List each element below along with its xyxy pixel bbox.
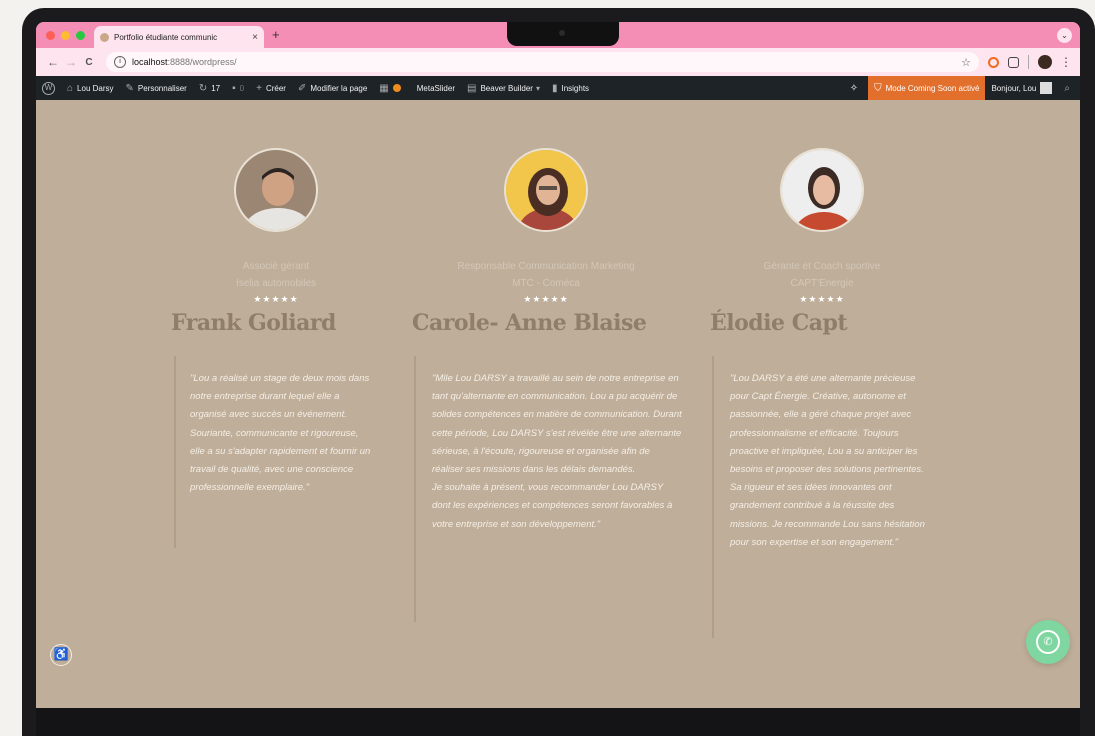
- whatsapp-icon: ✆: [1036, 630, 1060, 654]
- maximize-window-button[interactable]: [76, 31, 85, 40]
- browser-menu-icon[interactable]: ⋮: [1060, 55, 1072, 69]
- minimize-window-button[interactable]: [61, 31, 70, 40]
- browser-tab[interactable]: Portfolio étudiante communic ×: [94, 26, 264, 48]
- tab-search-icon[interactable]: ⌄: [1057, 28, 1072, 43]
- sparkle-icon: ✧: [849, 82, 859, 94]
- rating-stars: ★★★★★: [253, 294, 299, 304]
- bookmark-star-icon[interactable]: ☆: [961, 56, 971, 69]
- camera-notch: [507, 22, 619, 46]
- rating-stars: ★★★★★: [799, 294, 845, 304]
- wp-updates[interactable]: ↻ 17: [193, 76, 226, 100]
- ai-assistant[interactable]: ✧: [844, 76, 868, 100]
- name-carole: Carole- Anne Blaise: [412, 310, 647, 336]
- wp-site-name[interactable]: ⌂ Lou Darsy: [61, 76, 120, 100]
- brush-icon: ✎: [125, 82, 134, 94]
- wordpress-icon: W: [42, 81, 55, 95]
- bar-chart-icon: ▮: [551, 82, 558, 94]
- name-elodie: Élodie Capt: [710, 310, 848, 336]
- avatar-carole: [504, 148, 588, 232]
- rating-stars: ★★★★★: [523, 294, 569, 304]
- laptop-bezel-bottom: [36, 708, 1080, 736]
- wp-logo-menu[interactable]: W: [36, 76, 61, 100]
- quote-carole: "Mlle Lou DARSY a travaillé au sein de n…: [432, 373, 682, 530]
- address-bar[interactable]: i localhost:8888/wordpress/ ☆: [106, 52, 979, 72]
- accessibility-icon[interactable]: ♿: [50, 644, 72, 666]
- wp-edit-page[interactable]: ✐ Modifier la page: [292, 76, 373, 100]
- seo-icon: ▦: [379, 82, 389, 94]
- search-icon: ⌕: [1064, 82, 1070, 94]
- extension-icon[interactable]: [988, 56, 999, 68]
- wp-customize[interactable]: ✎ Personnaliser: [120, 76, 193, 100]
- role-frank: Associé gérant Iselia automobiles: [235, 261, 317, 289]
- role-carole: Responsable Communication Marketing MTC …: [457, 261, 635, 289]
- whatsapp-button[interactable]: ✆: [1026, 620, 1070, 664]
- close-window-button[interactable]: [46, 31, 55, 40]
- shield-icon: ⛉: [874, 82, 882, 94]
- quote-elodie: "Lou DARSY a été une alternante précieus…: [730, 373, 925, 548]
- wp-seo-menu[interactable]: ▦: [373, 76, 410, 100]
- comment-icon: ▪: [232, 82, 236, 94]
- pencil-icon: ✐: [297, 82, 307, 94]
- url-path: :8888/wordpress/: [167, 57, 237, 67]
- site-info-icon[interactable]: i: [114, 56, 126, 68]
- wp-comments[interactable]: ▪ 0: [226, 76, 250, 100]
- coming-soon-badge[interactable]: ⛉ Mode Coming Soon activé: [868, 76, 986, 100]
- wp-search[interactable]: ⌕: [1058, 76, 1080, 100]
- quote-frank: "Lou a réalisé un stage de deux mois dan…: [190, 373, 371, 494]
- wp-beaver-builder[interactable]: ▤ Beaver Builder ▾: [461, 76, 546, 100]
- name-frank: Frank Goliard: [171, 310, 336, 336]
- avatar: [1040, 82, 1053, 94]
- forward-button[interactable]: →: [62, 55, 80, 69]
- status-dot: [392, 84, 401, 92]
- laptop-frame: Portfolio étudiante communic × + ⌄ ← → C…: [22, 8, 1095, 736]
- testimonials-section: Associé gérant Iselia automobiles ★★★★★ …: [36, 100, 1080, 684]
- wp-admin-bar: W ⌂ Lou Darsy ✎ Personnaliser ↻ 17 ▪ 0 + Crée…: [36, 76, 1080, 100]
- tab-title: Portfolio étudiante communic: [114, 32, 218, 42]
- close-tab-icon[interactable]: ×: [252, 32, 258, 43]
- new-tab-button[interactable]: +: [272, 27, 280, 42]
- screen: Portfolio étudiante communic × + ⌄ ← → C…: [36, 22, 1080, 708]
- back-button[interactable]: ←: [44, 55, 62, 69]
- refresh-icon: ↻: [198, 82, 208, 94]
- url-host: localhost: [132, 57, 168, 67]
- wp-metaslider[interactable]: MetaSlider: [411, 76, 461, 100]
- wp-new-content[interactable]: + Créer: [250, 76, 292, 100]
- wp-account-menu[interactable]: Bonjour, Lou: [985, 76, 1058, 100]
- home-icon: ⌂: [67, 82, 74, 94]
- wp-insights[interactable]: ▮ Insights: [546, 76, 595, 100]
- browser-toolbar: ← → C i localhost:8888/wordpress/ ☆ ⋮: [36, 48, 1080, 76]
- favicon-icon: [100, 32, 109, 42]
- grid-icon: ▤: [467, 82, 477, 94]
- role-elodie: Gérante et Coach sportive CAPT'Energie: [763, 261, 881, 289]
- profile-avatar[interactable]: [1038, 55, 1052, 69]
- reload-button[interactable]: C: [80, 57, 98, 68]
- plus-icon: +: [256, 82, 262, 94]
- extensions-puzzle-icon[interactable]: [1008, 56, 1019, 68]
- avatar-frank: [234, 148, 318, 232]
- avatar-elodie: [780, 148, 864, 232]
